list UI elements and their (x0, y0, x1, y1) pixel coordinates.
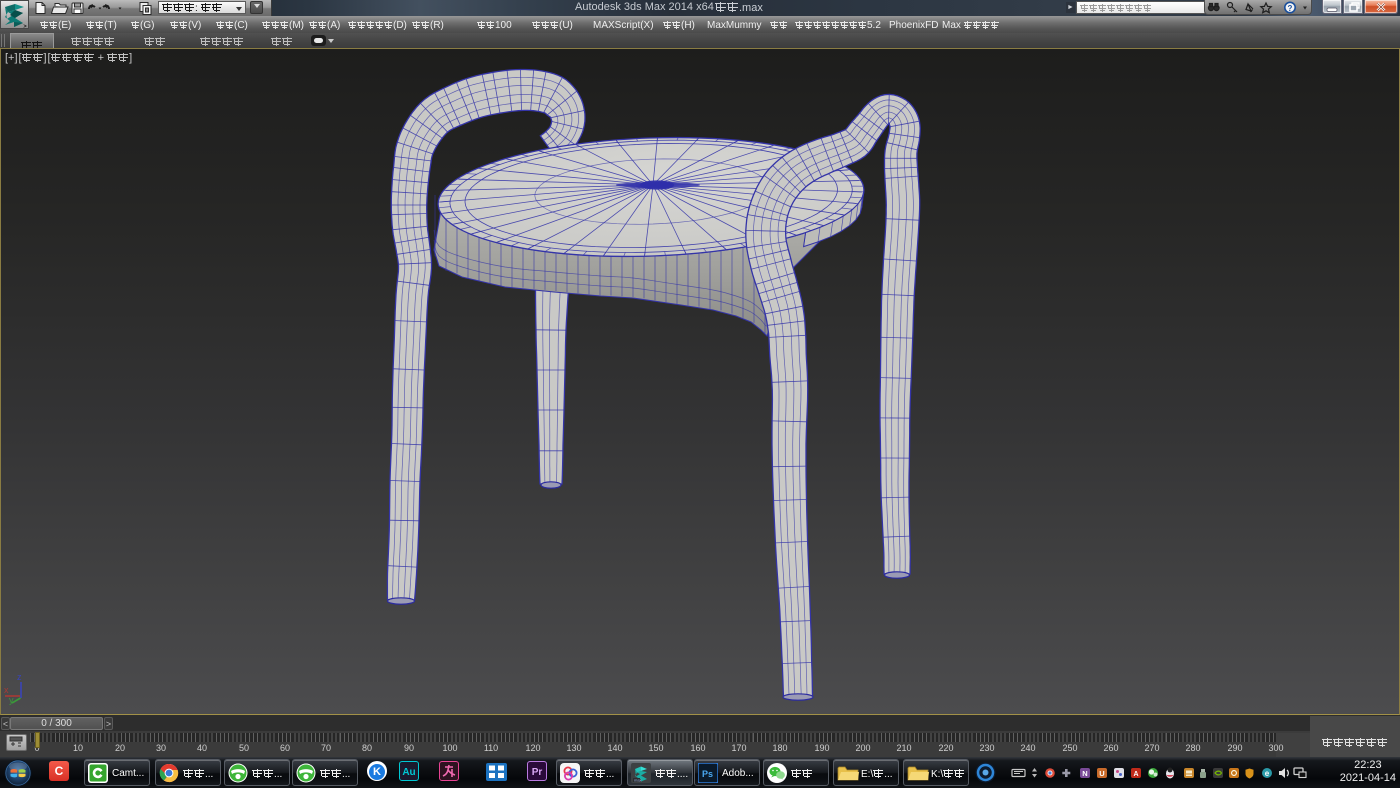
svg-text:?: ? (1288, 4, 1293, 13)
svg-text:U: U (1099, 769, 1104, 778)
svg-text:y: y (9, 695, 14, 705)
svg-text:N: N (1082, 769, 1087, 778)
svg-text:z: z (17, 672, 22, 682)
svg-text:x: x (4, 685, 9, 695)
svg-text:e: e (1265, 769, 1270, 778)
svg-text:A: A (1133, 771, 1138, 778)
svg-text:max: max (634, 778, 642, 783)
svg-text:Ps: Ps (702, 769, 713, 779)
